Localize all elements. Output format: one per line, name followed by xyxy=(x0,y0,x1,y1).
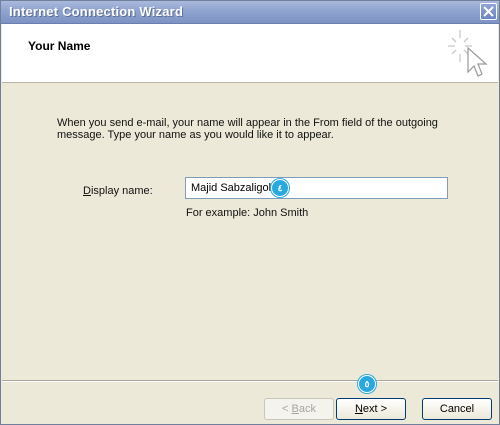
back-button[interactable]: < Back xyxy=(264,398,334,420)
display-name-label: Display name: xyxy=(83,185,153,197)
next-button[interactable]: Next > xyxy=(336,398,406,420)
close-button[interactable] xyxy=(480,3,497,20)
wizard-body: When you send e-mail, your name will app… xyxy=(2,83,498,373)
wizard-sparkle-icon xyxy=(448,30,488,77)
example-text: For example: John Smith xyxy=(186,207,309,219)
back-button-prefix: < xyxy=(282,403,292,415)
footer-divider xyxy=(2,380,498,382)
display-name-input[interactable] xyxy=(185,177,448,199)
back-button-rest: ack xyxy=(298,403,316,415)
annotation-marker-name: ٤ xyxy=(271,179,289,197)
annotation-marker-next: ٥ xyxy=(358,375,376,393)
next-button-accel: N xyxy=(354,403,363,415)
window-title: Internet Connection Wizard xyxy=(9,4,184,19)
title-bar[interactable]: Internet Connection Wizard xyxy=(1,1,499,24)
wizard-window: Internet Connection Wizard Your Name Whe… xyxy=(0,0,500,425)
display-name-label-accel: D xyxy=(83,185,91,197)
page-title: Your Name xyxy=(28,39,91,53)
wizard-header: Your Name xyxy=(2,24,498,83)
next-button-rest: ext > xyxy=(362,403,388,415)
display-name-label-rest: isplay name: xyxy=(90,185,153,197)
back-button-accel: B xyxy=(291,403,299,415)
description-text: When you send e-mail, your name will app… xyxy=(57,117,438,141)
close-icon xyxy=(483,6,494,17)
cancel-button[interactable]: Cancel xyxy=(422,398,492,420)
